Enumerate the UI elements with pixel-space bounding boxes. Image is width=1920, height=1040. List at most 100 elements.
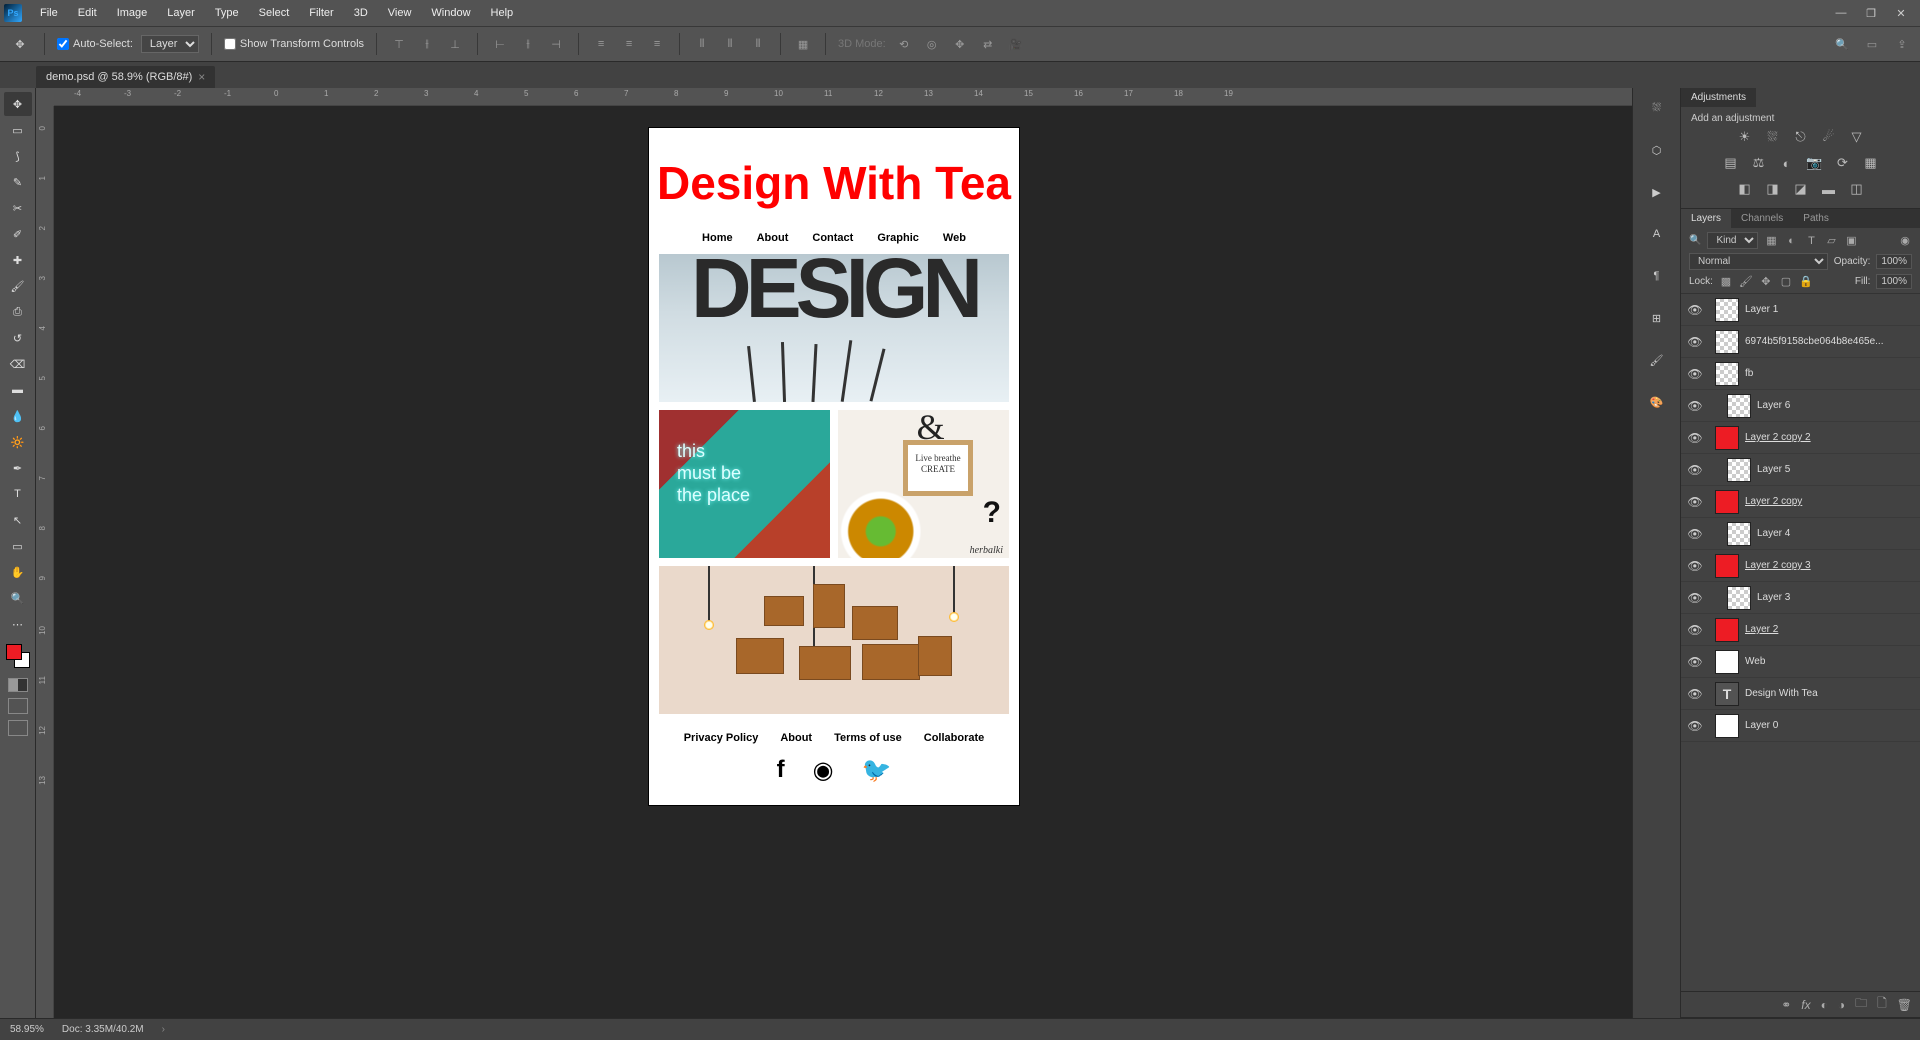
distribute-bottom-icon[interactable]: ≡ [647, 34, 667, 54]
quick-select-tool[interactable]: ✎ [4, 170, 32, 194]
layer-row[interactable]: 👁 Layer 1 [1681, 294, 1920, 326]
filter-adjust-icon[interactable]: ◐ [1784, 234, 1798, 248]
exposure-icon[interactable]: ☄ [1820, 128, 1838, 146]
menu-select[interactable]: Select [249, 0, 300, 26]
align-hcenter-icon[interactable]: ⫲ [518, 34, 538, 54]
layer-name[interactable]: Layer 1 [1745, 304, 1914, 315]
edit-toolbar[interactable]: ⋯ [4, 612, 32, 636]
search-icon[interactable]: 🔍 [1832, 34, 1852, 54]
brush-panel-icon[interactable]: 🖌 [1645, 348, 1669, 372]
dodge-tool[interactable]: 🔆 [4, 430, 32, 454]
auto-select-target[interactable]: Layer [141, 35, 199, 53]
menu-file[interactable]: File [30, 0, 68, 26]
distribute-hcenter-icon[interactable]: ⦀ [720, 34, 740, 54]
balance-icon[interactable]: ⚖ [1750, 154, 1768, 172]
screen-mode-icon[interactable] [8, 698, 28, 714]
quick-mask-icon[interactable] [8, 678, 28, 692]
close-button[interactable]: ✕ [1886, 0, 1916, 26]
layer-row[interactable]: 👁Layer 2 copy [1681, 486, 1920, 518]
posterize-icon[interactable]: ◨ [1764, 180, 1782, 198]
show-transform-checkbox[interactable]: Show Transform Controls [224, 38, 364, 50]
visibility-icon[interactable]: 👁 [1681, 303, 1709, 317]
zoom-tool[interactable]: 🔍 [4, 586, 32, 610]
layer-name[interactable]: Layer 2 [1745, 624, 1914, 635]
auto-select-checkbox[interactable]: Auto-Select: [57, 38, 133, 50]
layer-name[interactable]: 6974b5f9158cbe064b8e465e... [1745, 336, 1914, 347]
layer-name[interactable]: Layer 2 copy 2 [1745, 432, 1914, 443]
share-icon[interactable]: ⇪ [1892, 34, 1912, 54]
eraser-tool[interactable]: ⌫ [4, 352, 32, 376]
selective-color-icon[interactable]: ◫ [1848, 180, 1866, 198]
3d-zoom-icon[interactable]: 🎥 [1006, 34, 1026, 54]
layer-row[interactable]: 👁Layer 3 [1681, 582, 1920, 614]
lock-paint-icon[interactable]: 🖌 [1739, 275, 1753, 289]
history-brush-tool[interactable]: ↺ [4, 326, 32, 350]
filter-pixel-icon[interactable]: ▦ [1764, 234, 1778, 248]
brush-tool[interactable]: 🖌 [4, 274, 32, 298]
layer-row[interactable]: 👁fb [1681, 358, 1920, 390]
tab-close-icon[interactable]: × [198, 70, 205, 84]
lasso-tool[interactable]: ⟆ [4, 144, 32, 168]
layer-row[interactable]: 👁Layer 5 [1681, 454, 1920, 486]
distribute-right-icon[interactable]: ⦀ [748, 34, 768, 54]
link-layers-icon[interactable]: ⚭ [1781, 998, 1791, 1012]
play-icon[interactable]: ▶ [1645, 180, 1669, 204]
layer-name[interactable]: Layer 0 [1745, 720, 1914, 731]
lock-all-icon[interactable]: 🔒 [1799, 275, 1813, 289]
visibility-icon[interactable]: 👁 [1681, 719, 1709, 733]
new-group-icon[interactable]: 🗀 [1855, 994, 1867, 1015]
visibility-icon[interactable]: 👁 [1681, 591, 1709, 605]
align-bottom-icon[interactable]: ⊥ [445, 34, 465, 54]
menu-edit[interactable]: Edit [68, 0, 107, 26]
pen-tool[interactable]: ✒ [4, 456, 32, 480]
align-top-icon[interactable]: ⊤ [389, 34, 409, 54]
stamp-tool[interactable]: ⎙ [4, 300, 32, 324]
levels-icon[interactable]: ⛆ [1764, 128, 1782, 146]
layer-row[interactable]: 👁Layer 6 [1681, 390, 1920, 422]
visibility-icon[interactable]: 👁 [1681, 367, 1709, 381]
lock-pos-icon[interactable]: ✥ [1759, 275, 1773, 289]
align-vcenter-icon[interactable]: ⫲ [417, 34, 437, 54]
status-arrow-icon[interactable]: › [162, 1024, 165, 1035]
visibility-icon[interactable]: 👁 [1681, 431, 1709, 445]
adjustments-tab[interactable]: Adjustments [1681, 88, 1756, 107]
hue-icon[interactable]: ▤ [1722, 154, 1740, 172]
menu-3d[interactable]: 3D [344, 0, 378, 26]
gradient-tool[interactable]: ▬ [4, 378, 32, 402]
color-swatches[interactable] [6, 644, 30, 668]
new-layer-icon[interactable]: 🗋 [1877, 994, 1887, 1015]
paragraph-icon[interactable]: ¶ [1645, 264, 1669, 288]
path-select-tool[interactable]: ↖ [4, 508, 32, 532]
filter-kind-select[interactable]: Kind [1707, 232, 1758, 249]
minimize-button[interactable]: — [1826, 0, 1856, 26]
glyphs-icon[interactable]: ⊞ [1645, 306, 1669, 330]
layer-row[interactable]: 👁Layer 4 [1681, 518, 1920, 550]
layer-name[interactable]: Layer 4 [1757, 528, 1914, 539]
menu-view[interactable]: View [378, 0, 422, 26]
layer-row[interactable]: 👁TDesign With Tea [1681, 678, 1920, 710]
distribute-top-icon[interactable]: ≡ [591, 34, 611, 54]
channel-mixer-icon[interactable]: ⟳ [1834, 154, 1852, 172]
3d-panel-icon[interactable]: ⬡ [1645, 138, 1669, 162]
lock-artboard-icon[interactable]: ▢ [1779, 275, 1793, 289]
visibility-icon[interactable]: 👁 [1681, 623, 1709, 637]
bw-icon[interactable]: ◐ [1778, 154, 1796, 172]
lookup-icon[interactable]: ▦ [1862, 154, 1880, 172]
panel-tab-channels[interactable]: Channels [1731, 209, 1793, 228]
layer-name[interactable]: Layer 2 copy 3 [1745, 560, 1914, 571]
layer-mask-icon[interactable]: ◐ [1821, 998, 1828, 1012]
visibility-icon[interactable]: 👁 [1681, 399, 1709, 413]
layer-name[interactable]: Design With Tea [1745, 688, 1914, 699]
shape-tool[interactable]: ▭ [4, 534, 32, 558]
auto-align-icon[interactable]: ▦ [793, 34, 813, 54]
gradient-map-icon[interactable]: ▬ [1820, 180, 1838, 198]
threshold-icon[interactable]: ◪ [1792, 180, 1810, 198]
eyedropper-tool[interactable]: ✐ [4, 222, 32, 246]
character-icon[interactable]: A [1645, 222, 1669, 246]
color-panel-icon[interactable]: 🎨 [1645, 390, 1669, 414]
canvas-area[interactable]: -4-3-2-1012345678910111213141516171819 0… [36, 88, 1632, 1018]
fill-value[interactable]: 100% [1876, 274, 1912, 289]
move-tool[interactable]: ✥ [4, 92, 32, 116]
delete-layer-icon[interactable]: 🗑 [1897, 998, 1912, 1012]
visibility-icon[interactable]: 👁 [1681, 495, 1709, 509]
